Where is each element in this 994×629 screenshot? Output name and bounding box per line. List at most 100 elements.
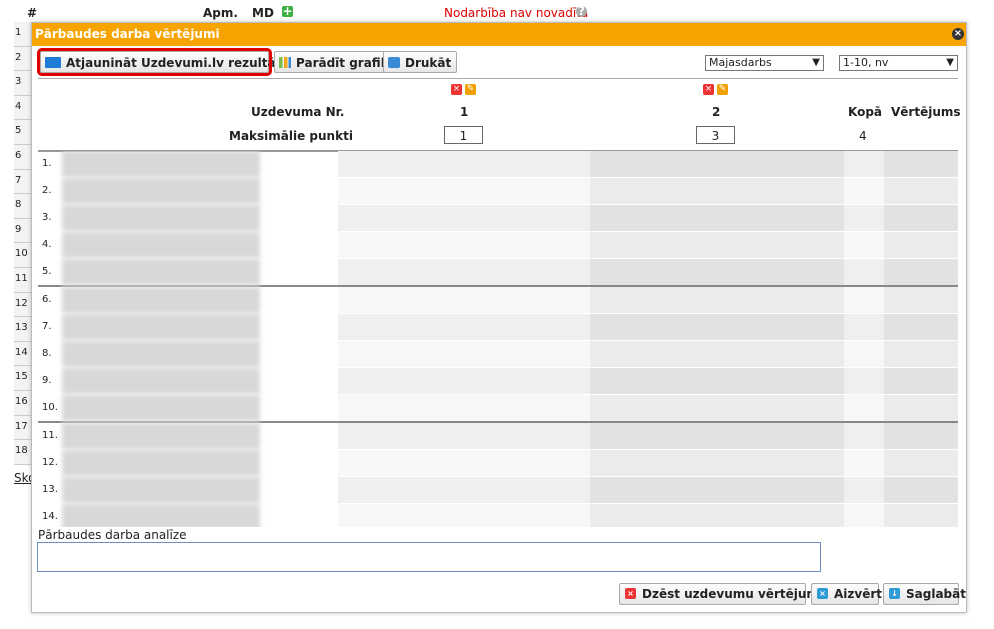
student-name-blurred — [62, 477, 260, 503]
student-row: 8. — [38, 341, 958, 368]
grade-cell[interactable] — [884, 178, 958, 204]
grade-scale-value: 1-10, nv — [843, 56, 889, 69]
total-cell — [844, 477, 884, 503]
print-label: Drukāt — [405, 56, 452, 70]
task-1-score-cell[interactable] — [338, 232, 590, 258]
task-1-score-cell[interactable] — [338, 395, 590, 421]
student-row: 12. — [38, 450, 958, 477]
delete-icon: × — [625, 588, 636, 599]
student-number: 2. — [42, 185, 52, 196]
save-label: Saglabāt — [906, 587, 966, 601]
help-icon[interactable]: ? — [576, 5, 587, 17]
plus-icon[interactable]: + — [282, 5, 293, 17]
task-2-max-points-input[interactable]: 3 — [696, 126, 735, 144]
task-1-score-cell[interactable] — [338, 259, 590, 285]
task-1-max-points-input[interactable]: 1 — [444, 126, 483, 144]
task-1-score-cell[interactable] — [338, 205, 590, 231]
edit-task-1-icon[interactable]: ✎ — [465, 84, 476, 95]
task-2-score-cell[interactable] — [590, 232, 844, 258]
grade-cell[interactable] — [884, 423, 958, 449]
total-cell — [844, 504, 884, 527]
delete-task-grades-button[interactable]: × Dzēst uzdevumu vērtējumus — [619, 583, 835, 605]
task-1-score-cell[interactable] — [338, 504, 590, 527]
task-2-score-cell[interactable] — [590, 477, 844, 503]
student-number: 12. — [42, 457, 58, 468]
student-number: 13. — [42, 484, 58, 495]
chevron-down-icon: ▼ — [946, 57, 954, 68]
student-number: 11. — [42, 430, 58, 441]
bg-row-number: 6 — [14, 144, 32, 170]
task-1-score-cell[interactable] — [338, 178, 590, 204]
grade-cell[interactable] — [884, 450, 958, 476]
edit-task-2-icon[interactable]: ✎ — [717, 84, 728, 95]
delete-task-1-icon[interactable]: × — [451, 84, 462, 95]
close-button[interactable]: × Aizvērt — [811, 583, 882, 605]
task-2-score-cell[interactable] — [590, 287, 844, 313]
book-icon — [45, 57, 61, 68]
task-1-score-cell[interactable] — [338, 151, 590, 177]
close-icon[interactable]: × — [952, 28, 964, 40]
student-number: 9. — [42, 375, 52, 386]
student-row: 2. — [38, 178, 958, 205]
student-number: 14. — [42, 511, 58, 522]
grade-cell[interactable] — [884, 368, 958, 394]
total-cell — [844, 178, 884, 204]
student-number: 10. — [42, 402, 58, 413]
student-number: 8. — [42, 348, 52, 359]
chart-icon — [279, 57, 291, 68]
student-row: 5. — [38, 259, 958, 287]
grade-cell[interactable] — [884, 314, 958, 340]
grade-cell[interactable] — [884, 259, 958, 285]
task-1-score-cell[interactable] — [338, 287, 590, 313]
task-2-score-cell[interactable] — [590, 368, 844, 394]
task-2-score-cell[interactable] — [590, 504, 844, 527]
student-row: 1. — [38, 151, 958, 178]
update-uzdevumi-results-button[interactable]: Atjaunināt Uzdevumi.lv rezultātus — [37, 48, 297, 76]
task-1-score-cell[interactable] — [338, 450, 590, 476]
save-button[interactable]: ↓ Saglabāt — [883, 583, 966, 605]
task-1-score-cell[interactable] — [338, 477, 590, 503]
student-row: 7. — [38, 314, 958, 341]
grade-cell[interactable] — [884, 477, 958, 503]
max-points-label: Maksimālie punkti — [229, 129, 353, 143]
task-2-score-cell[interactable] — [590, 341, 844, 367]
student-row: 14. — [38, 504, 958, 527]
grade-cell[interactable] — [884, 151, 958, 177]
student-row: 4. — [38, 232, 958, 259]
grade-cell[interactable] — [884, 341, 958, 367]
analysis-textarea[interactable] — [37, 542, 821, 572]
task-2-score-cell[interactable] — [590, 259, 844, 285]
student-number: 4. — [42, 239, 52, 250]
work-type-select[interactable]: Majasdarbs ▼ — [705, 55, 824, 71]
student-number: 3. — [42, 212, 52, 223]
grade-cell[interactable] — [884, 232, 958, 258]
task-2-number: 2 — [712, 105, 721, 119]
task-2-score-cell[interactable] — [590, 178, 844, 204]
grade-cell[interactable] — [884, 395, 958, 421]
task-1-score-cell[interactable] — [338, 423, 590, 449]
grade-scale-select[interactable]: 1-10, nv ▼ — [839, 55, 958, 71]
task-2-score-cell[interactable] — [590, 151, 844, 177]
grade-cell[interactable] — [884, 504, 958, 527]
task-2-score-cell[interactable] — [590, 205, 844, 231]
total-cell — [844, 287, 884, 313]
grade-cell[interactable] — [884, 287, 958, 313]
grade-cell[interactable] — [884, 205, 958, 231]
student-name-blurred — [62, 314, 260, 340]
task-2-score-cell[interactable] — [590, 314, 844, 340]
task-2-score-cell[interactable] — [590, 395, 844, 421]
bg-row-number: 17 — [14, 415, 32, 441]
bg-row-number: 15 — [14, 366, 32, 391]
task-2-score-cell[interactable] — [590, 450, 844, 476]
total-cell — [844, 205, 884, 231]
task-1-score-cell[interactable] — [338, 368, 590, 394]
task-1-score-cell[interactable] — [338, 314, 590, 340]
task-1-score-cell[interactable] — [338, 341, 590, 367]
delete-task-2-icon[interactable]: × — [703, 84, 714, 95]
divider — [38, 78, 958, 79]
student-row: 13. — [38, 477, 958, 504]
student-name-blurred — [62, 368, 260, 394]
print-button[interactable]: Drukāt — [383, 51, 458, 73]
task-2-score-cell[interactable] — [590, 423, 844, 449]
dialog-titlebar[interactable]: Pārbaudes darba vērtējumi × — [32, 23, 966, 46]
